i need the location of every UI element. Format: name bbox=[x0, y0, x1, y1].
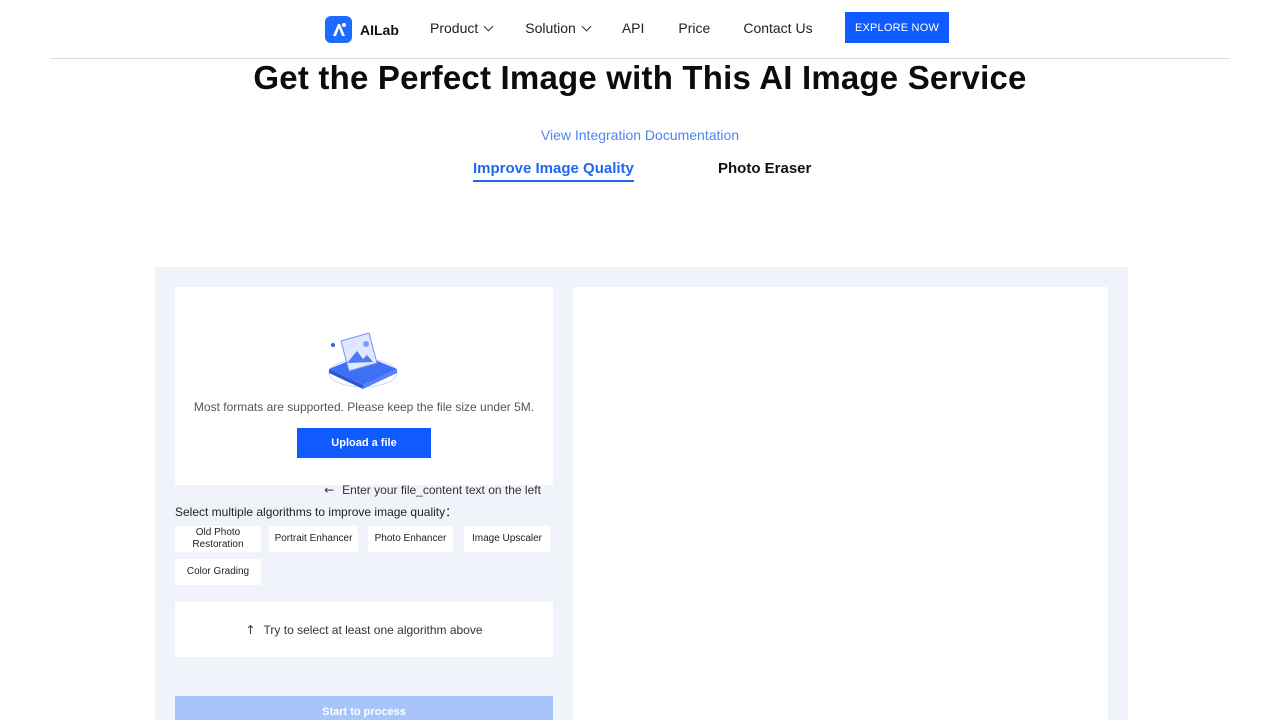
start-process-button[interactable]: Start to process bbox=[175, 696, 553, 720]
nav-item-contact-us[interactable]: Contact Us bbox=[743, 18, 812, 38]
tab-photo-eraser[interactable]: Photo Eraser bbox=[718, 160, 811, 177]
chip-image-upscaler[interactable]: Image Upscaler bbox=[464, 526, 550, 552]
brand-logo[interactable]: AILab bbox=[325, 16, 399, 43]
nav-links: Product Solution API Price Contact Us bbox=[430, 18, 813, 38]
page-title: Get the Perfect Image with This AI Image… bbox=[253, 59, 1027, 96]
nav-item-solution[interactable]: Solution bbox=[525, 18, 592, 38]
upload-card[interactable]: Most formats are supported. Please keep … bbox=[175, 287, 553, 485]
result-hint: ← Enter your file_content text on the le… bbox=[155, 483, 710, 497]
result-panel bbox=[573, 287, 1108, 720]
nav-item-label: API bbox=[621, 20, 645, 36]
chevron-down-icon bbox=[581, 21, 592, 31]
integration-docs-link[interactable]: View Integration Documentation bbox=[0, 127, 1280, 143]
nav-item-label: Solution bbox=[525, 20, 576, 36]
nav-item-product[interactable]: Product bbox=[430, 18, 494, 38]
nav-item-api[interactable]: API bbox=[622, 18, 645, 38]
image-upload-illustration bbox=[325, 329, 401, 393]
workspace: Most formats are supported. Please keep … bbox=[155, 267, 1128, 720]
upload-hint-text: Most formats are supported. Please keep … bbox=[193, 400, 535, 414]
chevron-down-icon bbox=[483, 21, 494, 31]
selection-hint-card: ↑ Try to select at least one algorithm a… bbox=[175, 602, 553, 657]
brand-name: AILab bbox=[360, 21, 399, 38]
chip-old-photo-restoration[interactable]: Old Photo Restoration bbox=[175, 526, 261, 552]
nav-item-label: Contact Us bbox=[743, 20, 813, 36]
explore-now-button[interactable]: EXPLORE NOW bbox=[845, 12, 949, 43]
nav-item-label: Product bbox=[430, 20, 479, 36]
selection-hint-text: Try to select at least one algorithm abo… bbox=[263, 622, 483, 637]
arrow-up-icon: ↑ bbox=[245, 622, 256, 637]
top-navigation: AILab Product Solution API Price Contact… bbox=[0, 0, 1280, 58]
service-tabs: Improve Image Quality Photo Eraser bbox=[0, 160, 1280, 190]
arrow-left-icon: ← bbox=[324, 483, 335, 497]
upload-file-button[interactable]: Upload a file bbox=[297, 428, 431, 458]
algorithms-label: Select multiple algorithms to improve im… bbox=[175, 505, 458, 519]
result-hint-text: Enter your file_content text on the left bbox=[342, 483, 541, 497]
nav-item-label: Price bbox=[678, 20, 711, 36]
chip-color-grading[interactable]: Color Grading bbox=[175, 559, 261, 585]
chip-portrait-enhancer[interactable]: Portrait Enhancer bbox=[269, 526, 358, 552]
chip-photo-enhancer[interactable]: Photo Enhancer bbox=[368, 526, 453, 552]
tab-improve-image-quality[interactable]: Improve Image Quality bbox=[473, 160, 634, 182]
ailab-logo-icon bbox=[325, 16, 352, 43]
nav-item-price[interactable]: Price bbox=[678, 18, 710, 38]
